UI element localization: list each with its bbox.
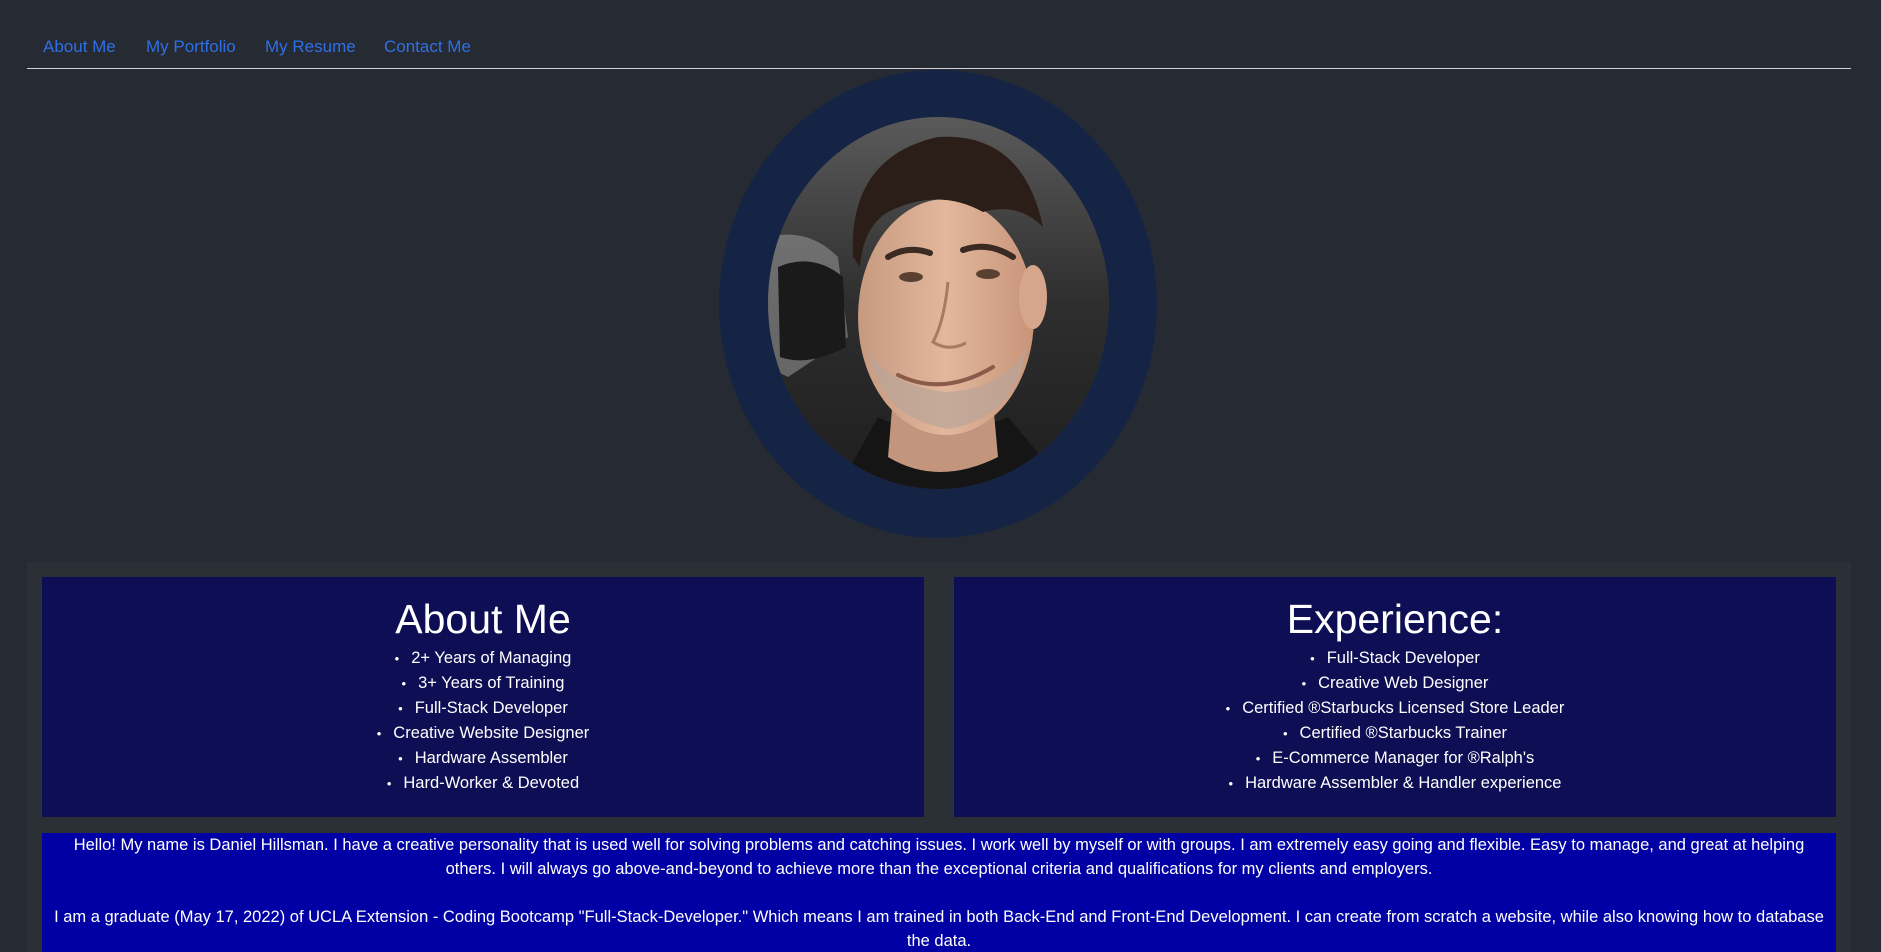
experience-item-text: E-Commerce Manager for ®Ralph's [1272,749,1535,767]
about-me-item-text: Full-Stack Developer [414,699,568,717]
experience-title: Experience: [1286,596,1504,642]
about-me-title: About Me [395,596,571,642]
about-me-item: • Full-Stack Developer [42,696,924,721]
experience-item-text: Certified ®Starbucks Licensed Store Lead… [1242,699,1565,717]
bullet-icon: • [1301,676,1307,691]
about-me-item: • 3+ Years of Training [42,671,924,696]
experience-item-text: Hardware Assembler & Handler experience [1245,774,1562,792]
nav-link-about-me[interactable]: About Me [43,37,116,57]
bullet-icon: • [1255,751,1261,766]
experience-item: • Certified ®Starbucks Licensed Store Lea… [954,696,1836,721]
about-me-item: • Creative Website Designer [42,721,924,746]
profile-photo [768,117,1109,489]
about-me-card: About Me • 2+ Years of Managing • 3+ Years… [42,577,924,817]
about-me-item: • Hard-Worker & Devoted [42,771,924,796]
bio-section: Hello! My name is Daniel Hillsman. I hav… [42,833,1836,952]
bullet-icon: • [394,651,400,666]
about-me-item: • 2+ Years of Managing [42,646,924,671]
main-content: About Me • 2+ Years of Managing • 3+ Years… [27,562,1851,952]
about-me-list: • 2+ Years of Managing • 3+ Years of Train… [42,646,924,796]
about-me-item-text: 2+ Years of Managing [411,649,572,667]
about-me-item-text: Hard-Worker & Devoted [403,774,580,792]
about-me-item-text: 3+ Years of Training [418,674,565,692]
nav-link-contact-me[interactable]: Contact Me [384,37,471,57]
bullet-icon: • [1310,651,1315,666]
experience-list: • Full-Stack Developer • Creative Web Desi… [954,646,1836,796]
bio-paragraph-education: I am a graduate (May 17, 2022) of UCLA E… [54,908,1824,950]
experience-item: • E-Commerce Manager for ®Ralph's [954,746,1836,771]
bullet-icon: • [1282,726,1288,741]
experience-item: • Certified ®Starbucks Trainer [954,721,1836,746]
bullet-icon: • [1228,776,1234,791]
nav-link-my-resume[interactable]: My Resume [265,37,356,57]
bullet-icon: • [398,701,403,716]
bio-paragraph-intro: Hello! My name is Daniel Hillsman. I hav… [73,836,1805,878]
experience-item-text: Full-Stack Developer [1326,649,1480,667]
experience-card: Experience: • Full-Stack Developer • Creat… [954,577,1836,817]
about-me-item: • Hardware Assembler [42,746,924,771]
nav-link-my-portfolio[interactable]: My Portfolio [146,37,236,57]
experience-item-text: Certified ®Starbucks Trainer [1299,724,1508,742]
about-me-item-text: Hardware Assembler [414,749,568,767]
experience-item: • Hardware Assembler & Handler experience [954,771,1836,796]
bullet-icon: • [401,676,407,691]
bullet-icon: • [398,751,403,766]
profile-photo-illustration [768,117,1109,489]
experience-item: • Full-Stack Developer [954,646,1836,671]
bullet-icon: • [1225,701,1231,716]
about-me-item-text: Creative Website Designer [393,724,590,742]
experience-item: • Creative Web Designer [954,671,1836,696]
top-nav: About Me My Portfolio My Resume Contact … [27,0,1851,69]
bullet-icon: • [386,776,392,791]
bullet-icon: • [376,726,382,741]
experience-item-text: Creative Web Designer [1318,674,1489,692]
